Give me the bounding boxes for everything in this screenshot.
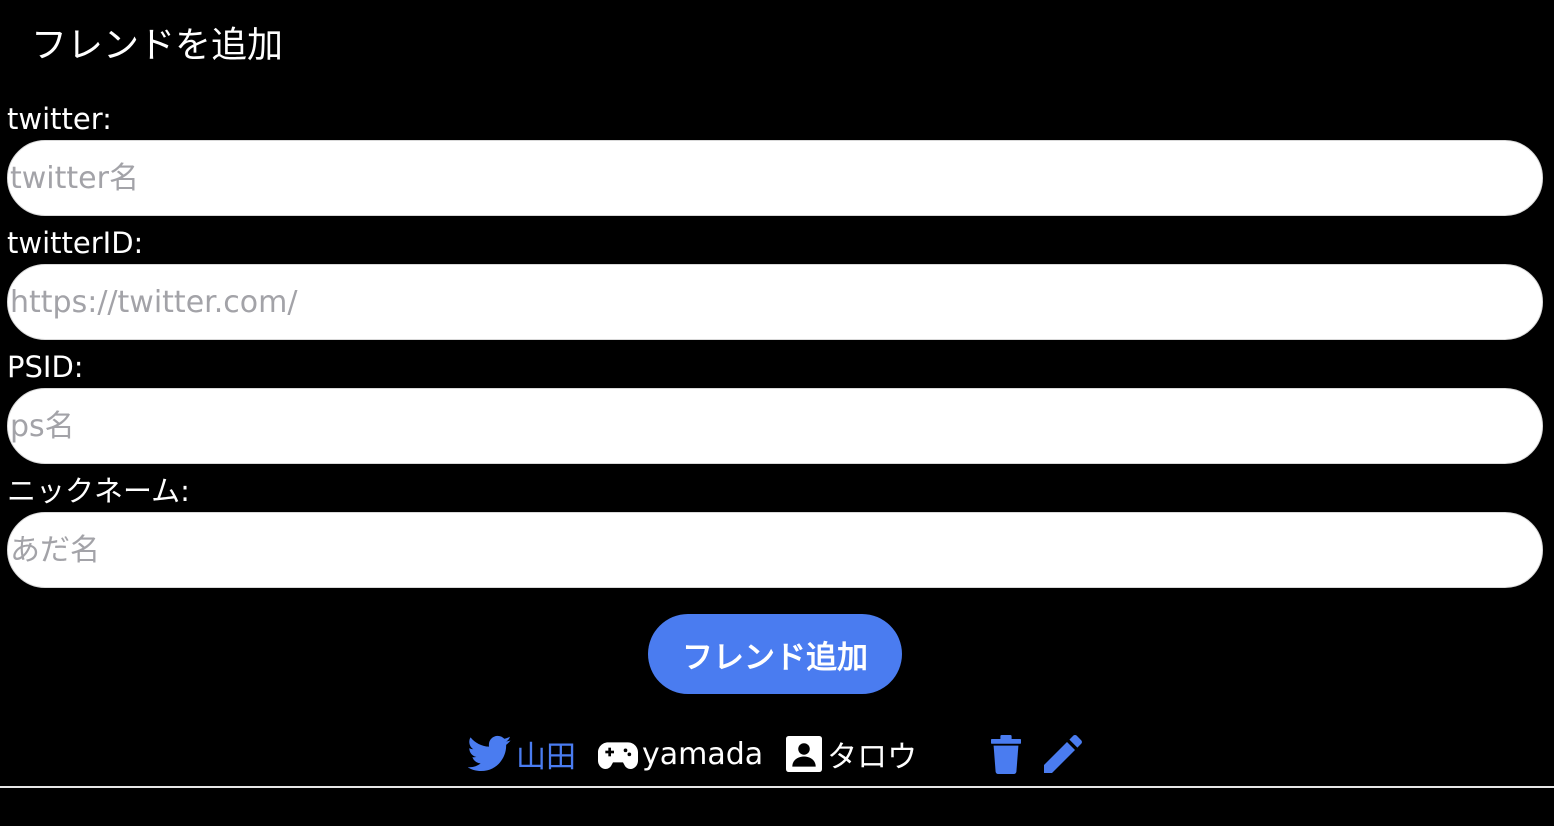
friend-twitter[interactable]: 山田 xyxy=(468,732,576,776)
twitter-id-label: twitterID: xyxy=(7,226,144,260)
psid-label: PSID: xyxy=(7,350,84,384)
twitter-label: twitter: xyxy=(7,102,112,136)
nickname-label: ニックネーム: xyxy=(7,474,190,508)
pencil-icon[interactable] xyxy=(1043,734,1083,774)
add-friend-page: フレンドを追加 twitter: twitterID: PSID: ニックネーム… xyxy=(0,0,1554,826)
divider xyxy=(0,786,1554,788)
add-friend-button[interactable]: フレンド追加 xyxy=(648,614,902,694)
twitter-name-input[interactable] xyxy=(7,140,1543,216)
trash-icon[interactable] xyxy=(989,734,1023,774)
nickname-input[interactable] xyxy=(7,512,1543,588)
friend-twitter-name[interactable]: 山田 xyxy=(516,732,576,776)
friend-list-item: 山田 yamada タロウ xyxy=(468,726,1083,782)
page-title: フレンドを追加 xyxy=(31,25,284,66)
twitter-id-input[interactable] xyxy=(7,264,1543,340)
contact-icon xyxy=(785,736,823,772)
friend-ps-name: yamada xyxy=(642,736,764,772)
friend-nickname-text: タロウ xyxy=(827,740,918,775)
add-friend-form: twitter: twitterID: PSID: ニックネーム: xyxy=(7,98,1543,594)
gamepad-icon xyxy=(598,737,638,771)
friend-ps: yamada xyxy=(598,737,763,772)
twitter-icon xyxy=(468,734,512,774)
friend-nickname: タロウ xyxy=(785,732,917,776)
psid-input[interactable] xyxy=(7,388,1543,464)
